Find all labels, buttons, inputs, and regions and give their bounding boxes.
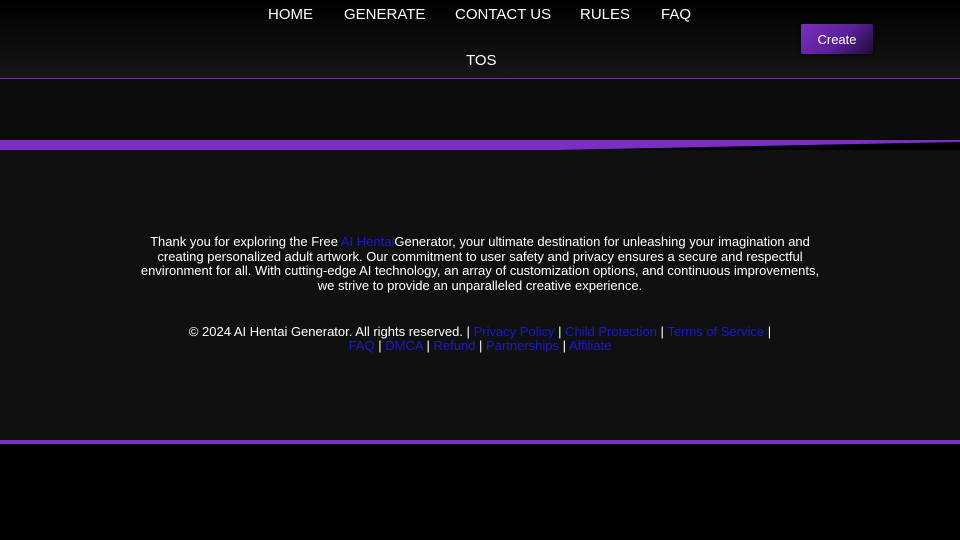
affiliate-link[interactable]: Affiliate — [569, 338, 611, 353]
nav-rules-link[interactable]: RULES — [580, 6, 630, 24]
nav-generate-link[interactable]: GENERATE — [344, 6, 425, 24]
separator: | — [558, 324, 562, 339]
main-content — [0, 150, 960, 440]
hero-band — [0, 79, 960, 139]
separator: | — [466, 324, 470, 339]
faq-link[interactable]: FAQ — [349, 338, 375, 353]
footer-accent-line — [0, 440, 960, 444]
footer-links: © 2024 AI Hentai Generator. All rights r… — [180, 325, 780, 353]
separator: | — [479, 338, 483, 353]
separator: | — [767, 324, 772, 339]
intro-paragraph: Thank you for exploring the Free AI Hent… — [140, 234, 820, 293]
nav-home-link[interactable]: HOME — [268, 6, 313, 24]
create-button[interactable]: Create — [801, 24, 873, 54]
terms-link[interactable]: Terms of Service — [667, 324, 764, 339]
separator: | — [562, 338, 567, 353]
site-header: HOME GENERATE CONTACT US RULES FAQ TOS C… — [0, 0, 960, 79]
copyright-text: © 2024 AI Hentai Generator. All rights r… — [188, 324, 463, 339]
refund-link[interactable]: Refund — [433, 338, 475, 353]
nav-tos-link[interactable]: TOS — [466, 52, 497, 70]
separator: | — [660, 324, 664, 339]
partnerships-link[interactable]: Partnerships — [486, 338, 559, 353]
child-protection-link[interactable]: Child Protection — [565, 324, 657, 339]
dmca-link[interactable]: DMCA — [385, 338, 423, 353]
nav-contact-link[interactable]: CONTACT US — [455, 6, 551, 24]
intro-prefix: Thank you for exploring the Free — [150, 234, 341, 249]
privacy-policy-link[interactable]: Privacy Policy — [474, 324, 555, 339]
nav-faq-link[interactable]: FAQ — [661, 6, 691, 24]
separator: | — [426, 338, 430, 353]
ai-hentai-link[interactable]: AI Hentai — [341, 234, 394, 249]
separator: | — [378, 338, 382, 353]
